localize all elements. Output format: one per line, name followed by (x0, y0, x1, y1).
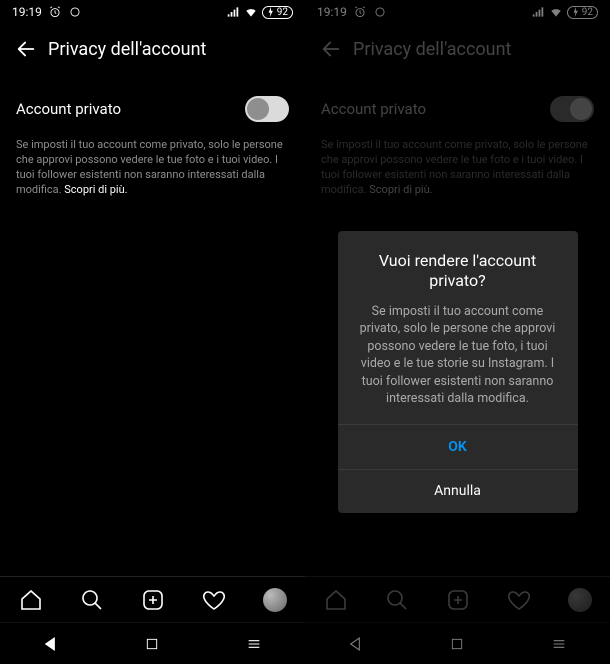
private-account-toggle[interactable] (245, 96, 289, 122)
battery-indicator: 92 (262, 6, 293, 19)
private-account-toggle[interactable] (550, 96, 594, 122)
status-time: 19:19 (12, 5, 42, 19)
tab-activity[interactable] (183, 577, 244, 622)
private-account-row: Account privato (321, 86, 594, 132)
dialog-cancel-button[interactable]: Annulla (338, 469, 578, 513)
nav-back[interactable] (326, 628, 386, 660)
avatar-icon (568, 588, 592, 612)
screen-left: 19:19 92 Privacy dell'account Account pr… (0, 0, 305, 664)
tab-profile[interactable] (244, 577, 305, 622)
wifi-icon (549, 5, 563, 19)
dialog-body-text: Se imposti il tuo account come privato, … (356, 303, 560, 408)
page-header: Privacy dell'account (305, 24, 610, 74)
signal-icon (226, 5, 240, 19)
page-header: Privacy dell'account (0, 24, 305, 74)
private-account-description: Se imposti il tuo account come privato, … (16, 138, 289, 197)
dialog-ok-button[interactable]: OK (338, 425, 578, 469)
nav-recent[interactable] (224, 628, 284, 660)
private-account-label: Account privato (16, 100, 121, 118)
tab-home[interactable] (0, 577, 61, 622)
back-button[interactable] (8, 31, 44, 67)
learn-more-link[interactable]: Scopri di più. (64, 183, 127, 196)
private-account-description: Se imposti il tuo account come privato, … (321, 138, 594, 197)
tab-home[interactable] (305, 577, 366, 622)
dialog-title: Vuoi rendere l'account privato? (356, 251, 560, 291)
ring-icon (373, 5, 387, 19)
confirm-dialog: Vuoi rendere l'account privato? Se impos… (338, 231, 578, 513)
status-time: 19:19 (317, 5, 347, 19)
private-account-label: Account privato (321, 100, 426, 118)
android-nav-bar (305, 622, 610, 664)
learn-more-link[interactable]: Scopri di più. (369, 183, 432, 196)
tab-create[interactable] (122, 577, 183, 622)
nav-recent[interactable] (529, 628, 589, 660)
tab-create[interactable] (427, 577, 488, 622)
tab-activity[interactable] (488, 577, 549, 622)
page-title: Privacy dell'account (353, 39, 511, 60)
alarm-icon (353, 5, 367, 19)
alarm-icon (48, 5, 62, 19)
screen-right: 19:19 92 Privacy dell'account Account pr… (305, 0, 610, 664)
nav-home[interactable] (122, 628, 182, 660)
status-bar: 19:19 92 (305, 0, 610, 24)
bottom-tab-bar (305, 576, 610, 622)
ring-icon (68, 5, 82, 19)
back-button[interactable] (313, 31, 349, 67)
content-area: Account privato Se imposti il tuo accoun… (0, 74, 305, 576)
android-nav-bar (0, 622, 305, 664)
tab-profile[interactable] (549, 577, 610, 622)
tab-search[interactable] (366, 577, 427, 622)
nav-back[interactable] (21, 628, 81, 660)
tab-search[interactable] (61, 577, 122, 622)
wifi-icon (244, 5, 258, 19)
nav-home[interactable] (427, 628, 487, 660)
avatar-icon (263, 588, 287, 612)
private-account-row: Account privato (16, 86, 289, 132)
signal-icon (531, 5, 545, 19)
bottom-tab-bar (0, 576, 305, 622)
status-bar: 19:19 92 (0, 0, 305, 24)
battery-indicator: 92 (567, 6, 598, 19)
page-title: Privacy dell'account (48, 39, 206, 60)
